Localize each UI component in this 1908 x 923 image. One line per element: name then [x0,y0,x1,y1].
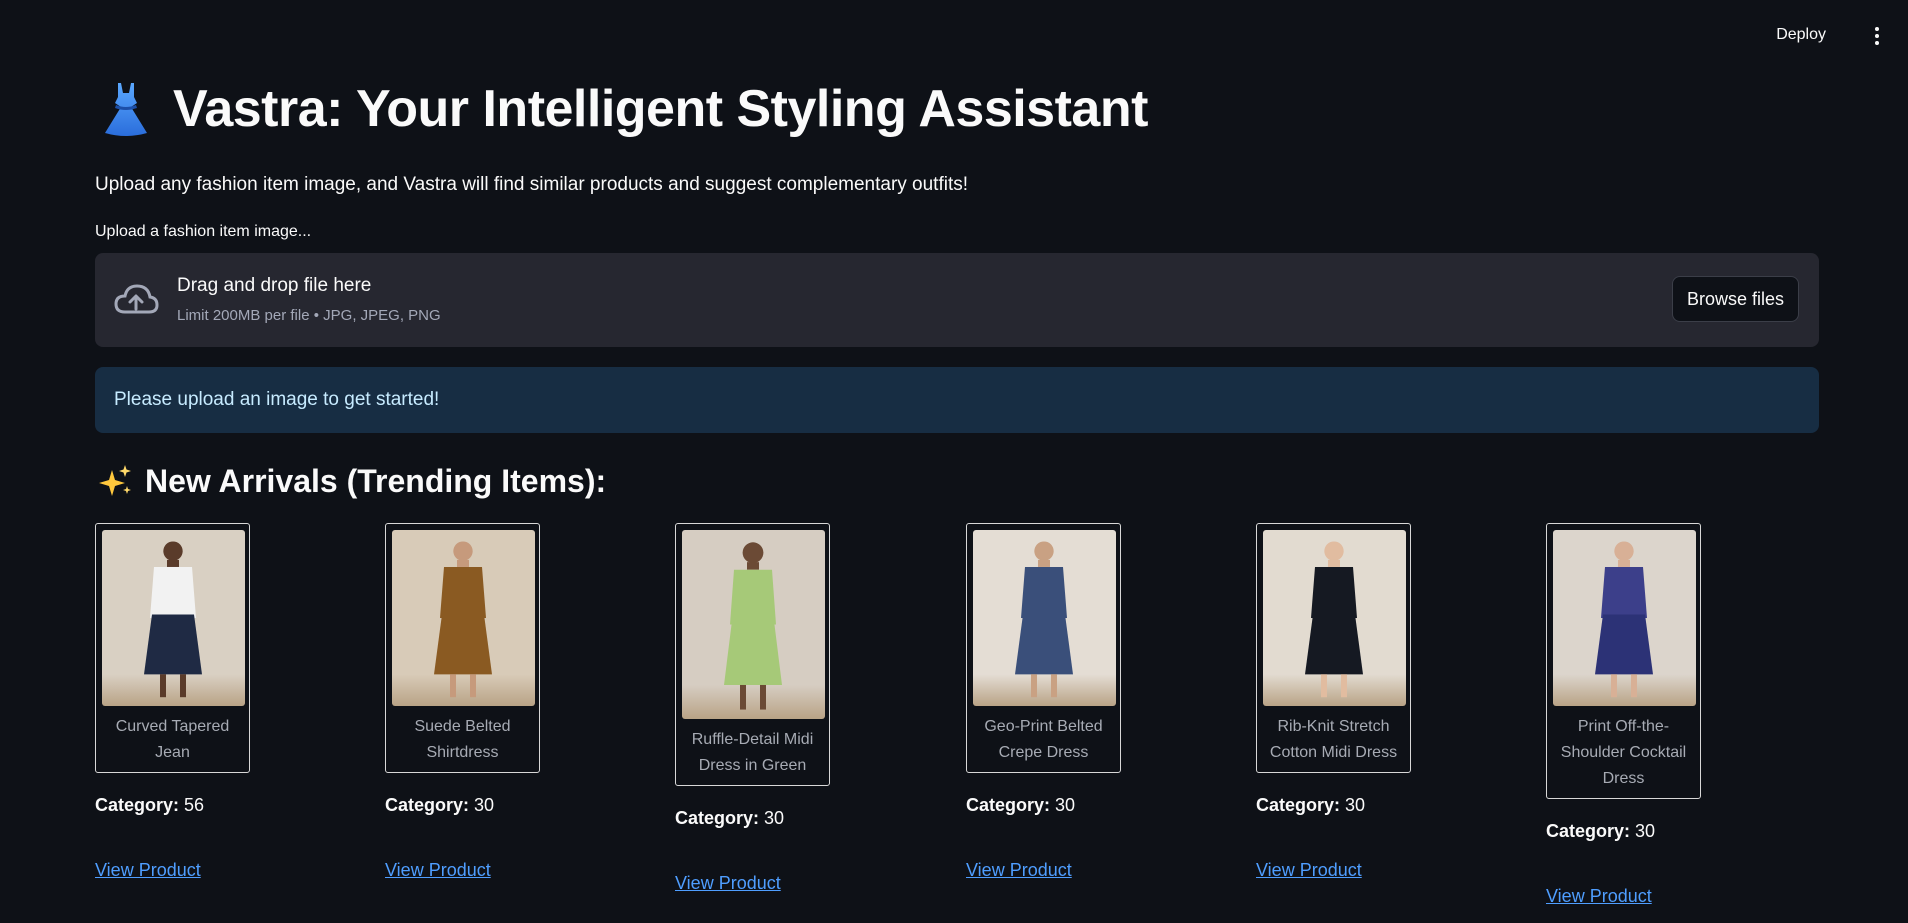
product-card: Suede Belted Shirtdress [385,523,540,773]
product-name: Print Off-the-Shoulder Cocktail Dress [1560,718,1687,787]
product-name: Geo-Print Belted Crepe Dress [984,718,1103,761]
view-product-link[interactable]: View Product [966,860,1072,881]
product-category: Category: 30 [966,795,1216,816]
product-card: Ruffle-Detail Midi Dress in Green [675,523,830,786]
dropzone-title: Drag and drop file here [177,275,372,296]
view-product-link[interactable]: View Product [1546,886,1652,907]
sparkles-icon [99,465,131,496]
product-image [973,530,1116,706]
view-product-link[interactable]: View Product [385,860,491,881]
product-item: Geo-Print Belted Crepe Dress Category: 30… [966,523,1216,881]
category-label: Category: [966,795,1051,815]
main-content: Vastra: Your Intelligent Styling Assista… [95,70,1819,923]
product-card: Curved Tapered Jean [95,523,250,773]
top-bar: Deploy [0,0,1908,70]
info-alert: Please upload an image to get started! [95,367,1819,433]
dropzone-limit-text: Limit 200MB per file • JPG, JPEG, PNG [177,307,441,324]
cloud-upload-icon [114,284,159,314]
product-category: Category: 30 [675,808,925,829]
category-label: Category: [1546,821,1631,841]
category-value: 56 [184,795,205,815]
title-row: Vastra: Your Intelligent Styling Assista… [101,70,1819,148]
product-category: Category: 30 [385,795,635,816]
product-item: Ruffle-Detail Midi Dress in Green Categor… [675,523,925,894]
product-item: Suede Belted Shirtdress Category: 30 View … [385,523,635,881]
vertical-dots-icon[interactable] [1870,24,1884,48]
product-image [1553,530,1696,706]
category-value: 30 [1635,821,1656,841]
product-image [1263,530,1406,706]
category-label: Category: [95,795,180,815]
category-value: 30 [1345,795,1366,815]
product-card: Geo-Print Belted Crepe Dress [966,523,1121,773]
category-label: Category: [1256,795,1341,815]
product-item: Curved Tapered Jean Category: 56 View Prod… [95,523,345,881]
product-image [102,530,245,706]
page-title: Vastra: Your Intelligent Styling Assista… [173,80,1148,138]
page-subtitle: Upload any fashion item image, and Vastr… [95,174,969,195]
product-name: Ruffle-Detail Midi Dress in Green [691,731,814,774]
product-category: Category: 56 [95,795,345,816]
browse-files-button[interactable]: Browse files [1671,276,1799,322]
view-product-link[interactable]: View Product [1256,860,1362,881]
info-message: Please upload an image to get started! [114,389,440,410]
category-label: Category: [385,795,470,815]
dress-icon [105,83,147,136]
product-card: Rib-Knit Stretch Cotton Midi Dress [1256,523,1411,773]
product-image [392,530,535,706]
category-value: 30 [474,795,495,815]
product-card: Print Off-the-Shoulder Cocktail Dress [1546,523,1701,799]
product-category: Category: 30 [1256,795,1506,816]
category-value: 30 [764,808,785,828]
product-name: Curved Tapered Jean [115,718,230,761]
product-item: Print Off-the-Shoulder Cocktail Dress Cat… [1546,523,1796,907]
product-name: Rib-Knit Stretch Cotton Midi Dress [1269,718,1398,761]
deploy-button[interactable]: Deploy [1770,22,1832,48]
upload-label: Upload a fashion item image... [95,223,312,240]
category-label: Category: [675,808,760,828]
product-image [682,530,825,719]
file-dropzone[interactable]: Drag and drop file here Limit 200MB per … [95,253,1819,347]
product-item: Rib-Knit Stretch Cotton Midi Dress Catego… [1256,523,1506,881]
category-value: 30 [1055,795,1076,815]
product-name: Suede Belted Shirtdress [414,718,511,761]
view-product-link[interactable]: View Product [95,860,201,881]
view-product-link[interactable]: View Product [675,873,781,894]
product-category: Category: 30 [1546,821,1796,842]
new-arrivals-heading: New Arrivals (Trending Items): [95,461,1819,501]
product-grid: Curved Tapered Jean Category: 56 View Prod… [95,523,1819,923]
new-arrivals-heading-text: New Arrivals (Trending Items): [145,462,607,499]
